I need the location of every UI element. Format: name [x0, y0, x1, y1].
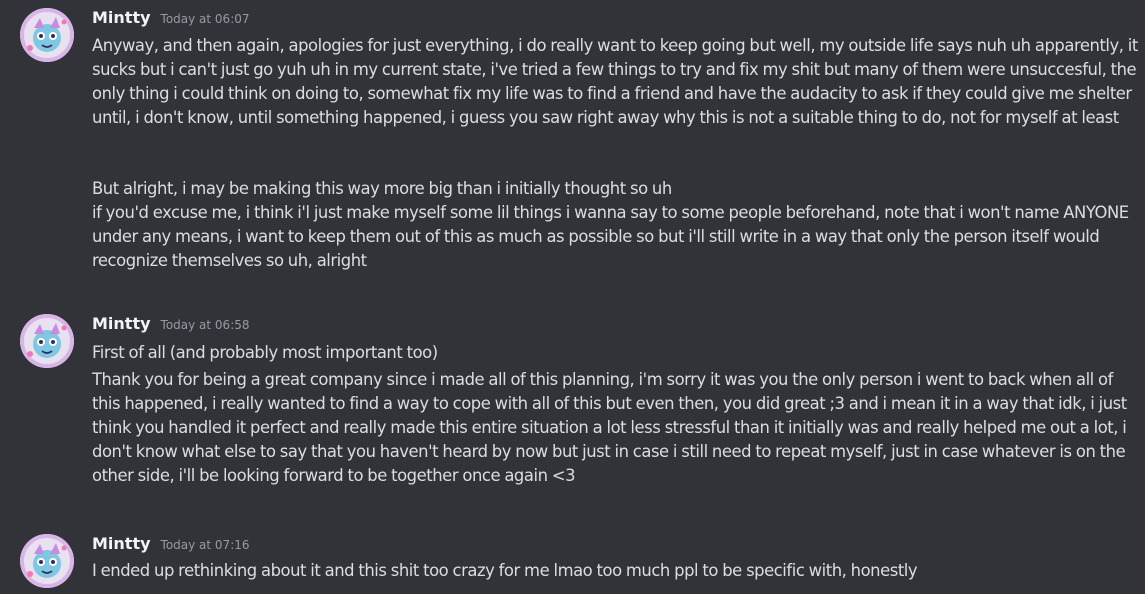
message-text: if you'd excuse me, i think i'l just mak…	[92, 203, 1129, 270]
message-header: Mintty Today at 07:16	[92, 534, 250, 558]
message-text: Thank you for being a great company sinc…	[92, 370, 1127, 485]
message-header: Mintty Today at 06:07	[92, 8, 250, 32]
message-text: Anyway, and then again, apologies for ju…	[92, 36, 1138, 127]
user-avatar-icon[interactable]	[20, 314, 74, 368]
user-avatar-icon[interactable]	[20, 534, 74, 588]
username[interactable]: Mintty	[92, 534, 151, 553]
username[interactable]: Mintty	[92, 8, 151, 27]
user-avatar-icon[interactable]	[20, 8, 74, 62]
timestamp: Today at 06:58	[160, 318, 250, 332]
timestamp: Today at 07:16	[160, 538, 250, 552]
timestamp: Today at 06:07	[160, 12, 250, 26]
message-text: First of all (and probably most importan…	[92, 343, 438, 362]
message-text: I ended up rethinking about it and this …	[92, 561, 918, 580]
message-text: But alright, i may be making this way mo…	[92, 179, 672, 198]
username[interactable]: Mintty	[92, 314, 151, 333]
message-header: Mintty Today at 06:58	[92, 314, 250, 338]
